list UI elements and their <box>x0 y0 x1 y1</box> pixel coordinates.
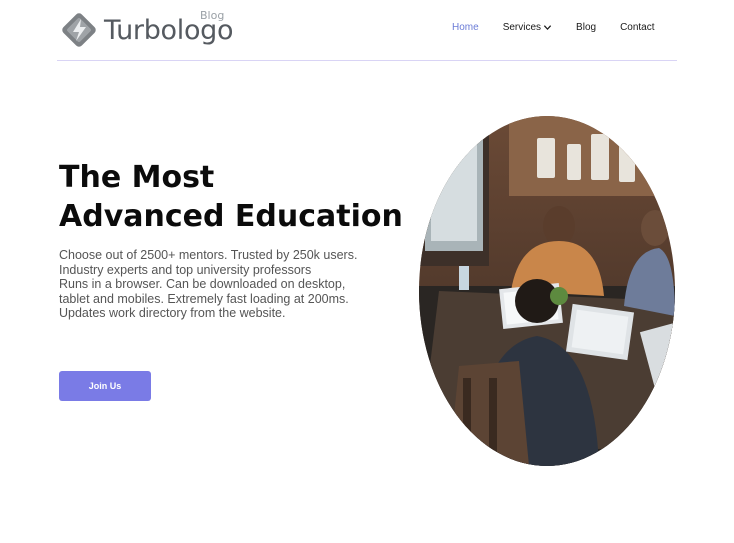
join-us-button[interactable]: Join Us <box>59 371 151 401</box>
hero-description: Choose out of 2500+ mentors. Trusted by … <box>59 248 359 321</box>
nav-services[interactable]: Services <box>503 22 552 33</box>
logo[interactable]: Turbologo Blog <box>59 9 234 50</box>
site-header: Turbologo Blog Home Services Blog Contac… <box>57 0 677 61</box>
hero-desc-line-2: Industry experts and top university prof… <box>59 262 312 277</box>
hero-title-line-1: The Most <box>59 160 215 195</box>
header-divider <box>57 60 677 61</box>
nav-services-label: Services <box>502 22 542 33</box>
main-nav: Home Services Blog Contact <box>452 22 679 33</box>
hero-desc-line-1: Choose out of 2500+ mentors. Trusted by … <box>59 248 358 262</box>
logo-subtext: Blog <box>200 9 225 22</box>
hero-title: The Most Advanced Education <box>59 158 419 236</box>
hero-photo <box>419 116 675 466</box>
logo-icon <box>62 13 96 47</box>
nav-blog[interactable]: Blog <box>576 22 596 33</box>
nav-contact[interactable]: Contact <box>620 22 654 33</box>
chevron-down-icon <box>543 25 552 31</box>
hero-title-line-2: Advanced Education <box>59 199 403 234</box>
nav-home[interactable]: Home <box>452 22 479 33</box>
hero-desc-line-3: Runs in a browser. Can be downloaded on … <box>59 277 349 320</box>
